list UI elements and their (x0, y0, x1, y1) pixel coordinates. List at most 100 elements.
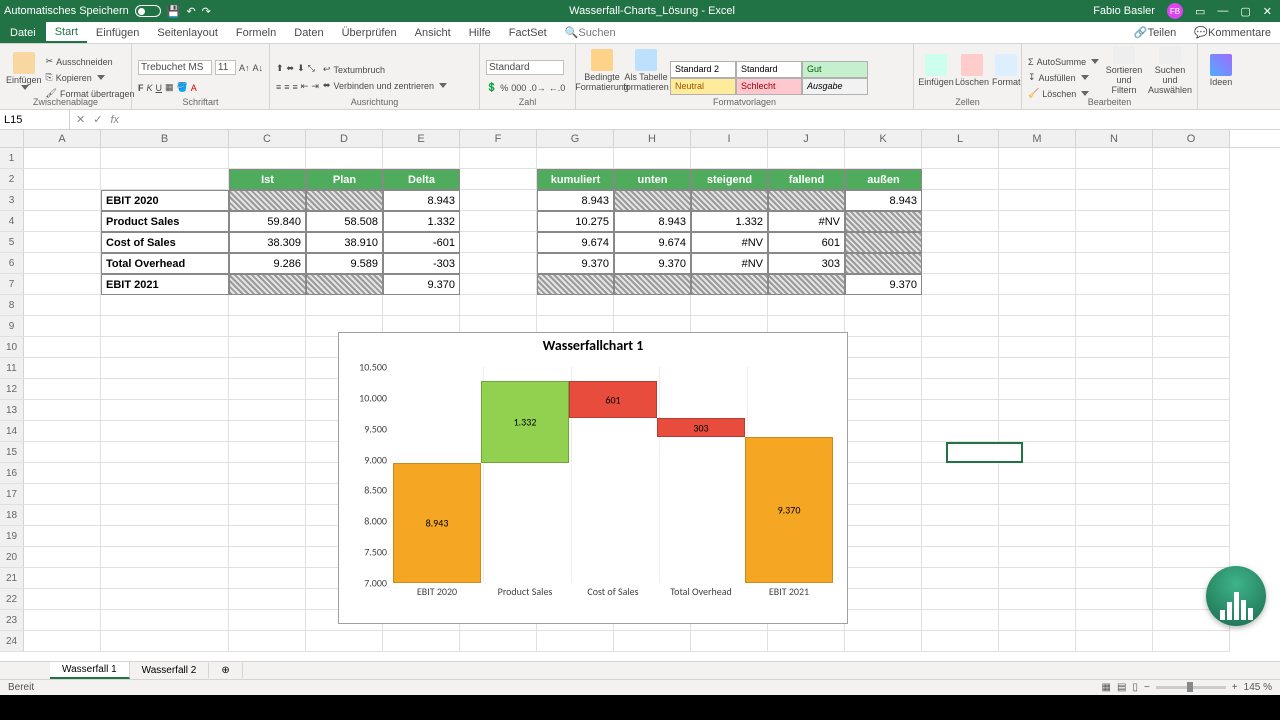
cell[interactable] (845, 337, 922, 358)
cell[interactable] (614, 274, 691, 295)
cell[interactable] (229, 610, 306, 631)
cell[interactable] (101, 295, 229, 316)
align-center-icon[interactable]: ≡ (284, 82, 289, 92)
cell[interactable] (1153, 190, 1230, 211)
cell[interactable] (922, 232, 999, 253)
cell[interactable] (1153, 232, 1230, 253)
cell[interactable] (1076, 190, 1153, 211)
cell[interactable] (1076, 148, 1153, 169)
cell[interactable]: 9.674 (537, 232, 614, 253)
col-K[interactable]: K (845, 130, 922, 147)
cell[interactable] (1153, 379, 1230, 400)
cell[interactable] (845, 148, 922, 169)
cell[interactable] (1153, 148, 1230, 169)
cell[interactable] (24, 547, 101, 568)
cell[interactable] (922, 484, 999, 505)
comma-icon[interactable]: 000 (511, 83, 526, 93)
menu-teilen[interactable]: 🔗 Teilen (1125, 26, 1185, 39)
font-name-select[interactable]: Trebuchet MS (138, 60, 212, 75)
style-ausgabe[interactable]: Ausgabe (802, 78, 868, 95)
col-N[interactable]: N (1076, 130, 1153, 147)
cell[interactable] (229, 316, 306, 337)
cell[interactable] (229, 589, 306, 610)
cell[interactable] (999, 463, 1076, 484)
cell[interactable] (999, 526, 1076, 547)
paste-button[interactable]: Einfügen (6, 46, 42, 96)
undo-icon[interactable]: ↶ (186, 5, 195, 18)
maximize-icon[interactable]: ▢ (1240, 5, 1250, 18)
cell[interactable] (1153, 463, 1230, 484)
cell[interactable] (1076, 400, 1153, 421)
cell[interactable] (229, 547, 306, 568)
cell[interactable] (101, 568, 229, 589)
format-cells-button[interactable]: Format (992, 46, 1021, 96)
cell[interactable] (101, 589, 229, 610)
zoom-slider[interactable] (1156, 686, 1226, 689)
cell[interactable]: 9.589 (306, 253, 383, 274)
cell[interactable] (999, 148, 1076, 169)
align-top-icon[interactable]: ⬆ (276, 63, 284, 74)
row-head[interactable]: 5 (0, 232, 24, 253)
cell[interactable] (1076, 631, 1153, 652)
cell[interactable] (101, 547, 229, 568)
col-L[interactable]: L (922, 130, 999, 147)
cell[interactable] (229, 337, 306, 358)
bar-ebit2020[interactable]: 8.943 (393, 463, 481, 583)
cell[interactable]: 1.332 (691, 211, 768, 232)
sort-filter-button[interactable]: Sortieren und Filtern (1103, 46, 1145, 96)
menu-formeln[interactable]: Formeln (227, 22, 285, 43)
close-icon[interactable]: ✕ (1263, 5, 1272, 18)
font-color-icon[interactable]: A (191, 83, 197, 93)
cell[interactable] (768, 631, 845, 652)
cell[interactable] (845, 295, 922, 316)
cell[interactable] (229, 631, 306, 652)
cell[interactable] (768, 148, 845, 169)
cell[interactable] (1076, 253, 1153, 274)
cell[interactable]: #NV (768, 211, 845, 232)
cell[interactable] (922, 610, 999, 631)
cell[interactable]: steigend (691, 169, 768, 190)
style-schlecht[interactable]: Schlecht (736, 78, 802, 95)
cell[interactable] (922, 295, 999, 316)
cell[interactable] (460, 190, 537, 211)
cell[interactable] (999, 232, 1076, 253)
cell[interactable] (24, 421, 101, 442)
cell[interactable] (229, 484, 306, 505)
cell[interactable] (1076, 421, 1153, 442)
cell[interactable] (1076, 463, 1153, 484)
cell[interactable] (845, 631, 922, 652)
row-label[interactable]: EBIT 2020 (101, 190, 229, 211)
row-head[interactable]: 24 (0, 631, 24, 652)
cell[interactable]: Ist (229, 169, 306, 190)
row-head[interactable]: 22 (0, 589, 24, 610)
cell[interactable] (691, 190, 768, 211)
cell[interactable]: 9.370 (845, 274, 922, 295)
cell[interactable] (999, 442, 1076, 463)
cell[interactable] (999, 631, 1076, 652)
accept-formula-icon[interactable]: ✓ (93, 113, 102, 126)
col-C[interactable]: C (229, 130, 306, 147)
cell[interactable] (1076, 589, 1153, 610)
cell[interactable] (24, 610, 101, 631)
cell[interactable] (845, 253, 922, 274)
cell[interactable] (1076, 505, 1153, 526)
cell[interactable] (101, 316, 229, 337)
cell[interactable]: 303 (768, 253, 845, 274)
cell[interactable] (229, 442, 306, 463)
fx-icon[interactable]: fx (110, 114, 119, 126)
style-neutral[interactable]: Neutral (670, 78, 736, 95)
new-sheet-button[interactable]: ⊕ (209, 663, 242, 678)
cell[interactable] (845, 442, 922, 463)
cell[interactable] (999, 400, 1076, 421)
bar-ebit2021[interactable]: 9.370 (745, 437, 833, 583)
cell[interactable] (999, 211, 1076, 232)
cell[interactable] (691, 274, 768, 295)
cell[interactable] (1153, 526, 1230, 547)
dec-dec-icon[interactable]: ←.0 (549, 83, 566, 93)
row-head[interactable]: 14 (0, 421, 24, 442)
cell[interactable] (999, 295, 1076, 316)
row-head[interactable]: 4 (0, 211, 24, 232)
cell[interactable] (999, 379, 1076, 400)
cell[interactable] (24, 631, 101, 652)
cell[interactable] (101, 442, 229, 463)
